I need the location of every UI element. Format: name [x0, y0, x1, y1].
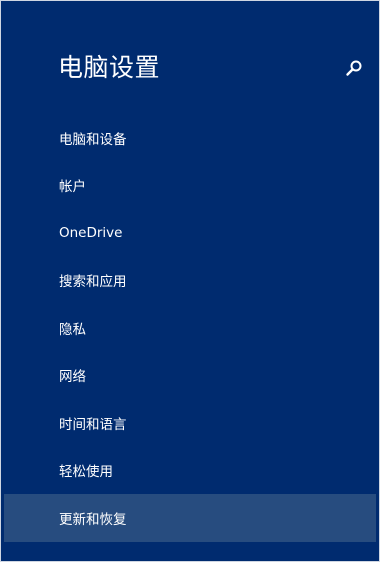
nav-item-time-and-language[interactable]: 时间和语言: [1, 399, 379, 447]
nav-item-privacy[interactable]: 隐私: [1, 304, 379, 352]
nav-item-accounts[interactable]: 帐户: [1, 162, 379, 210]
nav-item-pc-and-devices[interactable]: 电脑和设备: [1, 114, 379, 162]
nav-item-ease-of-access[interactable]: 轻松使用: [1, 447, 379, 495]
page-title: 电脑设置: [58, 53, 161, 82]
nav-item-network[interactable]: 网络: [1, 352, 379, 400]
pc-settings-panel: 电脑设置 电脑和设备 帐户 OneDrive 搜索和应用 隐私 网络 时间和语言…: [0, 0, 380, 562]
search-icon[interactable]: [345, 59, 363, 77]
settings-nav: 电脑和设备 帐户 OneDrive 搜索和应用 隐私 网络 时间和语言 轻松使用…: [1, 114, 379, 542]
nav-item-search-and-apps[interactable]: 搜索和应用: [1, 257, 379, 305]
nav-item-update-and-recovery[interactable]: 更新和恢复: [4, 494, 376, 542]
nav-item-onedrive[interactable]: OneDrive: [1, 209, 379, 257]
